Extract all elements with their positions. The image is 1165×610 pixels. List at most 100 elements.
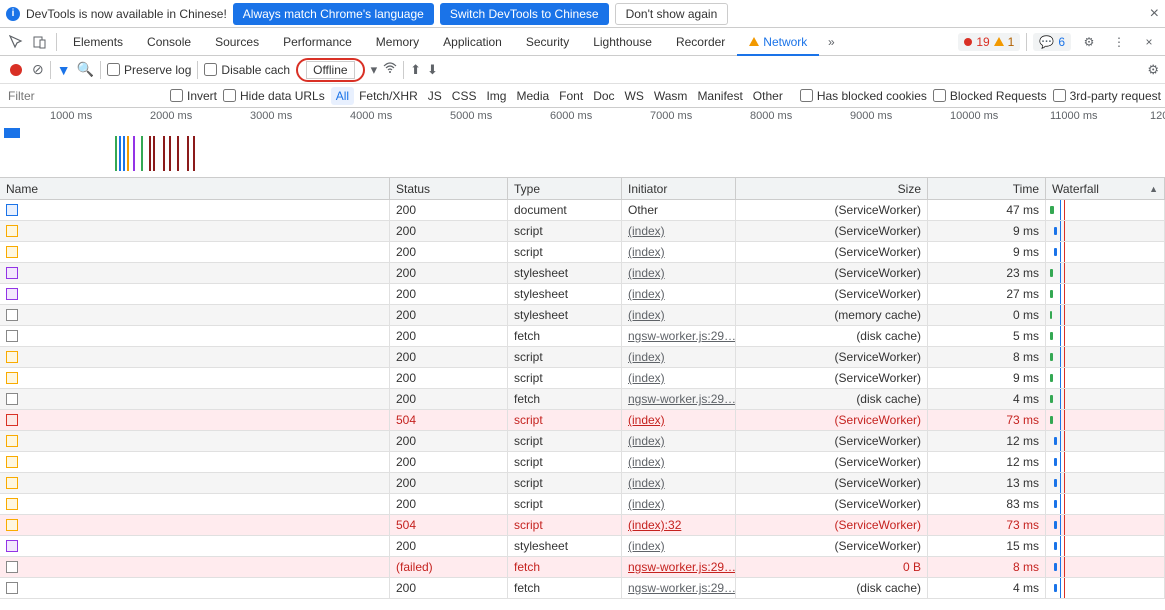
request-row[interactable]: 504script(index):32(ServiceWorker)73 ms	[0, 515, 1165, 536]
col-size[interactable]: Size	[736, 178, 928, 199]
more-tabs-icon[interactable]: »	[819, 30, 843, 54]
initiator-cell[interactable]: (index)	[622, 305, 736, 325]
request-row[interactable]: 200script(index)(ServiceWorker)9 ms	[0, 242, 1165, 263]
filter-type-media[interactable]: Media	[511, 87, 554, 105]
request-row[interactable]: 200script(index)(ServiceWorker)83 ms	[0, 494, 1165, 515]
blocked-cookies-checkbox[interactable]: Has blocked cookies	[800, 89, 927, 103]
settings-icon[interactable]: ⚙	[1077, 30, 1101, 54]
tab-elements[interactable]: Elements	[61, 28, 135, 56]
inspect-icon[interactable]	[4, 30, 28, 54]
filter-type-css[interactable]: CSS	[447, 87, 482, 105]
request-row[interactable]: 200stylesheet(index)(memory cache)0 ms	[0, 305, 1165, 326]
request-row[interactable]: 200script(index)(ServiceWorker)12 ms	[0, 431, 1165, 452]
close-devtools-icon[interactable]: ×	[1137, 30, 1161, 54]
initiator-cell[interactable]: (index)	[622, 431, 736, 451]
initiator-cell[interactable]: (index)	[622, 452, 736, 472]
initiator-cell[interactable]: (index)	[622, 536, 736, 556]
filter-type-wasm[interactable]: Wasm	[649, 87, 693, 105]
tab-sources[interactable]: Sources	[203, 28, 271, 56]
initiator-cell[interactable]: (index)	[622, 263, 736, 283]
request-row[interactable]: 504script(index)(ServiceWorker)73 ms	[0, 410, 1165, 431]
switch-chinese-button[interactable]: Switch DevTools to Chinese	[440, 3, 609, 25]
request-row[interactable]: 200script(index)(ServiceWorker)12 ms	[0, 452, 1165, 473]
timeline-selection[interactable]	[4, 128, 20, 138]
initiator-cell[interactable]: ngsw-worker.js:29…	[622, 557, 736, 577]
filter-toggle-icon[interactable]: ▼	[57, 62, 71, 78]
initiator-cell[interactable]: (index)	[622, 494, 736, 514]
hide-data-urls-checkbox[interactable]: Hide data URLs	[223, 89, 325, 103]
filter-type-ws[interactable]: WS	[620, 87, 649, 105]
request-row[interactable]: 200script(index)(ServiceWorker)9 ms	[0, 368, 1165, 389]
tab-console[interactable]: Console	[135, 28, 203, 56]
initiator-cell[interactable]: ngsw-worker.js:29…	[622, 389, 736, 409]
filter-input[interactable]	[4, 87, 164, 105]
request-row[interactable]: 200script(index)(ServiceWorker)8 ms	[0, 347, 1165, 368]
clear-icon[interactable]: ⊘	[32, 61, 44, 78]
request-row[interactable]: 200fetchngsw-worker.js:29…(disk cache)5 …	[0, 326, 1165, 347]
invert-checkbox[interactable]: Invert	[170, 89, 217, 103]
throttling-dropdown-icon[interactable]: ▾	[371, 62, 378, 78]
messages-badge[interactable]: 💬6	[1033, 33, 1071, 51]
record-button[interactable]	[10, 64, 22, 76]
third-party-checkbox[interactable]: 3rd-party request	[1053, 89, 1161, 103]
col-waterfall[interactable]: Waterfall▲	[1046, 178, 1165, 199]
request-row[interactable]: (failed)fetchngsw-worker.js:29…0 B8 ms	[0, 557, 1165, 578]
download-icon[interactable]: ⬇	[427, 62, 438, 78]
tab-security[interactable]: Security	[514, 28, 581, 56]
tab-recorder[interactable]: Recorder	[664, 28, 737, 56]
initiator-cell[interactable]: ngsw-worker.js:29…	[622, 326, 736, 346]
kebab-menu-icon[interactable]: ⋮	[1107, 30, 1131, 54]
initiator-cell[interactable]: (index)	[622, 368, 736, 388]
error-count-badge[interactable]: 19 1	[958, 33, 1020, 51]
tab-network[interactable]: Network	[737, 28, 819, 56]
filter-type-manifest[interactable]: Manifest	[692, 87, 747, 105]
preserve-log-checkbox[interactable]: Preserve log	[107, 63, 191, 77]
waterfall-cell	[1046, 326, 1165, 346]
filter-type-doc[interactable]: Doc	[588, 87, 619, 105]
request-row[interactable]: 200stylesheet(index)(ServiceWorker)23 ms	[0, 263, 1165, 284]
filter-type-img[interactable]: Img	[481, 87, 511, 105]
request-row[interactable]: 200stylesheet(index)(ServiceWorker)27 ms	[0, 284, 1165, 305]
initiator-cell[interactable]: (index)	[622, 284, 736, 304]
request-row[interactable]: 200fetchngsw-worker.js:29…(disk cache)4 …	[0, 389, 1165, 410]
request-row[interactable]: 200script(index)(ServiceWorker)9 ms	[0, 221, 1165, 242]
timeline-overview[interactable]: 1000 ms2000 ms3000 ms4000 ms5000 ms6000 …	[0, 108, 1165, 178]
request-row[interactable]: 200fetchngsw-worker.js:29…(disk cache)4 …	[0, 578, 1165, 599]
close-icon[interactable]: ×	[1150, 5, 1159, 23]
tab-performance[interactable]: Performance	[271, 28, 364, 56]
tab-memory[interactable]: Memory	[364, 28, 431, 56]
wifi-icon[interactable]	[383, 62, 397, 77]
status-cell: 200	[390, 452, 508, 472]
throttling-select[interactable]: Offline	[306, 61, 354, 79]
blocked-requests-checkbox[interactable]: Blocked Requests	[933, 89, 1047, 103]
initiator-cell[interactable]: (index)	[622, 410, 736, 430]
device-toggle-icon[interactable]	[28, 30, 52, 54]
tab-lighthouse[interactable]: Lighthouse	[581, 28, 664, 56]
initiator-cell[interactable]: (index)	[622, 347, 736, 367]
request-row[interactable]: 200script(index)(ServiceWorker)13 ms	[0, 473, 1165, 494]
filter-type-font[interactable]: Font	[554, 87, 588, 105]
col-name[interactable]: Name	[0, 178, 390, 199]
disable-cache-checkbox[interactable]: Disable cach	[204, 63, 290, 77]
initiator-cell[interactable]: (index)	[622, 221, 736, 241]
initiator-cell[interactable]: ngsw-worker.js:29…	[622, 578, 736, 598]
filter-type-fetch-xhr[interactable]: Fetch/XHR	[354, 87, 423, 105]
col-status[interactable]: Status	[390, 178, 508, 199]
col-initiator[interactable]: Initiator	[622, 178, 736, 199]
request-row[interactable]: 200stylesheet(index)(ServiceWorker)15 ms	[0, 536, 1165, 557]
network-settings-icon[interactable]: ⚙	[1147, 62, 1159, 78]
always-match-button[interactable]: Always match Chrome's language	[233, 3, 434, 25]
col-time[interactable]: Time	[928, 178, 1046, 199]
filter-type-all[interactable]: All	[331, 87, 354, 105]
initiator-cell[interactable]: (index):32	[622, 515, 736, 535]
col-type[interactable]: Type	[508, 178, 622, 199]
filter-type-js[interactable]: JS	[423, 87, 447, 105]
request-row[interactable]: 200documentOther(ServiceWorker)47 ms	[0, 200, 1165, 221]
search-icon[interactable]: 🔍	[77, 61, 94, 78]
upload-icon[interactable]: ⬆	[410, 62, 421, 78]
filter-type-other[interactable]: Other	[748, 87, 788, 105]
tab-application[interactable]: Application	[431, 28, 514, 56]
initiator-cell[interactable]: (index)	[622, 473, 736, 493]
initiator-cell[interactable]: (index)	[622, 242, 736, 262]
dont-show-button[interactable]: Don't show again	[615, 3, 729, 25]
